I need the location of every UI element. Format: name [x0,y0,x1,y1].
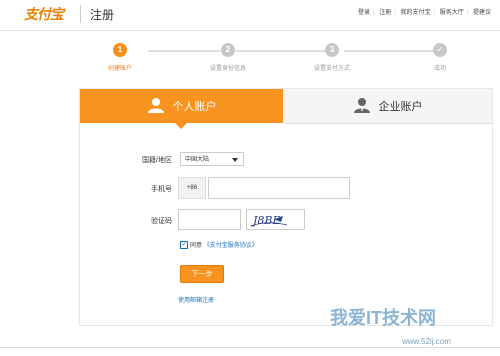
watermark-text: 我爱IT技术网 [330,308,436,328]
phone-label: 手机号 [151,186,172,193]
top-header: 支付宝 注册 登录 | 注册 | 我的支付宝 | 服务大厅 | 提建议 [0,0,500,31]
tab-business-label: 企业账户 [378,101,423,113]
tab-personal-label: 个人账户 [172,101,217,113]
alipay-logo[interactable]: 支付宝 [24,4,64,23]
captcha-image-text: J8BE [251,214,281,227]
region-value: 中国大陆 [185,157,210,163]
step-payment: 3 设置支付方式 [292,42,372,72]
nav-separator: | [394,10,396,16]
register-panel: 个人账户 企业账户 国籍/地区 中国大陆 手机号 +86 验证码 J8BE ✓ … [79,88,493,326]
phone-input[interactable] [208,177,350,199]
step-label: 创建账户 [107,66,132,72]
next-button[interactable]: 下一步 [180,265,224,283]
chevron-down-icon [232,158,238,162]
region-select[interactable]: 中国大陆 [180,152,244,166]
step-label: 设置身份信息 [209,66,246,72]
captcha-image[interactable]: J8BE [246,209,305,230]
captcha-label: 验证码 [151,218,172,225]
region-label: 国籍/地区 [142,157,172,164]
step-number: 2 [221,43,235,57]
business-person-icon [353,97,371,116]
nav-login[interactable]: 登录 [358,10,370,16]
agreement-text: 同意 《支付宝服务协议》 [190,240,258,249]
logo-text: 支付宝 [24,7,64,23]
nav-separator: | [466,10,469,16]
progress-steps: 1 创建账户 2 设置身份信息 3 设置支付方式 ✓ 成功 [100,42,460,78]
captcha-input[interactable] [178,209,241,230]
person-icon [147,97,165,116]
watermark-url: www.52ij.com [402,337,451,346]
nav-separator: | [433,10,436,16]
nav-suggestion[interactable]: 提建议 [473,10,491,16]
agree-checkbox[interactable]: ✓ [180,241,188,249]
top-nav: 登录 | 注册 | 我的支付宝 | 服务大厅 | 提建议 [355,7,494,16]
step-success: ✓ 成功 [400,42,480,72]
step-number: 3 [325,43,339,57]
check-icon: ✓ [433,43,447,57]
tab-personal[interactable]: 个人账户 [80,89,283,123]
active-tab-arrow [175,123,187,129]
footer-divider [0,347,500,348]
logo-divider [80,5,81,23]
nav-my-alipay[interactable]: 我的支付宝 [400,10,430,16]
nav-separator: | [373,10,375,16]
service-agreement-link[interactable]: 《支付宝服务协议》 [204,243,258,249]
step-label: 成功 [433,66,446,72]
step-number: 1 [113,43,127,57]
phone-prefix: +86 [178,177,206,199]
email-register-link[interactable]: 使用邮箱注册 [178,295,214,304]
agree-prefix: 同意 [190,243,203,249]
step-create-account: 1 创建账户 [80,42,160,72]
nav-register[interactable]: 注册 [379,10,391,16]
tab-business[interactable]: 企业账户 [283,89,492,124]
step-identity: 2 设置身份信息 [188,42,268,72]
account-type-tabs: 个人账户 企业账户 [80,89,492,124]
page-title: 注册 [90,8,115,22]
step-label: 设置支付方式 [313,66,350,72]
nav-service-hall[interactable]: 服务大厅 [440,10,464,16]
